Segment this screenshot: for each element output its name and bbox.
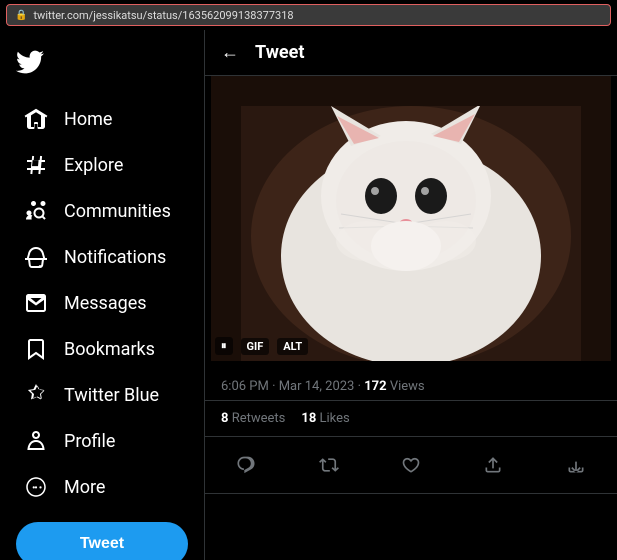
more-circle-icon (24, 475, 48, 499)
tweet-stats: 8 Retweets 18 Likes (205, 401, 617, 437)
sidebar-item-more[interactable]: More (8, 465, 196, 509)
lock-icon: 🔒 (15, 10, 27, 21)
url-text: twitter.com/jessikatsu/status/1635620991… (33, 9, 293, 22)
envelope-icon (24, 291, 48, 315)
twitter-logo[interactable] (0, 38, 204, 96)
sidebar-item-home-label: Home (64, 109, 112, 130)
comment-button[interactable] (226, 445, 266, 485)
sidebar-item-profile-label: Profile (64, 431, 115, 452)
likes-stat: 18 Likes (301, 411, 349, 426)
sidebar-item-notifications-label: Notifications (64, 247, 166, 268)
cat-image (205, 76, 617, 361)
tweet-detail-panel: ← Tweet (205, 30, 617, 560)
tweet-button[interactable]: Tweet (16, 522, 188, 560)
sidebar-item-communities[interactable]: Communities (8, 189, 196, 233)
sidebar: Home Explore Communities Notifications M (0, 30, 205, 560)
twitter-blue-icon (24, 383, 48, 407)
alt-label[interactable]: ALT (277, 338, 308, 355)
person-icon (24, 429, 48, 453)
sidebar-item-twitter-blue-label: Twitter Blue (64, 385, 159, 406)
sidebar-item-more-label: More (64, 477, 105, 498)
tweet-action-bar (205, 437, 617, 494)
retweet-button[interactable] (309, 445, 349, 485)
media-controls: ⏸ GIF ALT (215, 337, 308, 355)
main-layout: Home Explore Communities Notifications M (0, 30, 617, 560)
tweet-header: ← Tweet (205, 30, 617, 76)
sidebar-item-explore[interactable]: Explore (8, 143, 196, 187)
tweet-header-title: Tweet (255, 42, 304, 63)
tweet-meta: 6:06 PM · Mar 14, 2023 · 172 Views (205, 365, 617, 401)
bell-icon (24, 245, 48, 269)
retweets-stat: 8 Retweets (221, 411, 285, 426)
tweet-media-container: ⏸ GIF ALT (205, 76, 617, 365)
download-button[interactable] (556, 445, 596, 485)
sidebar-item-notifications[interactable]: Notifications (8, 235, 196, 279)
sidebar-item-messages-label: Messages (64, 293, 147, 314)
likes-count: 18 (301, 411, 316, 426)
bookmark-icon (24, 337, 48, 361)
like-button[interactable] (391, 445, 431, 485)
sidebar-item-bookmarks[interactable]: Bookmarks (8, 327, 196, 371)
sidebar-item-explore-label: Explore (64, 155, 123, 176)
twitter-bird-icon (16, 48, 44, 76)
share-button[interactable] (473, 445, 513, 485)
address-bar[interactable]: 🔒 twitter.com/jessikatsu/status/16356209… (6, 4, 611, 26)
home-icon (24, 107, 48, 131)
views-count: 172 (364, 379, 386, 394)
hashtag-icon (24, 153, 48, 177)
gif-label: GIF (241, 338, 270, 355)
sidebar-item-bookmarks-label: Bookmarks (64, 339, 155, 360)
communities-icon (24, 199, 48, 223)
pause-icon[interactable]: ⏸ (215, 337, 233, 355)
sidebar-item-messages[interactable]: Messages (8, 281, 196, 325)
tweet-timestamp: 6:06 PM · Mar 14, 2023 · 172 Views (221, 379, 425, 394)
sidebar-item-profile[interactable]: Profile (8, 419, 196, 463)
sidebar-item-twitter-blue[interactable]: Twitter Blue (8, 373, 196, 417)
sidebar-item-communities-label: Communities (64, 201, 171, 222)
sidebar-item-home[interactable]: Home (8, 97, 196, 141)
back-button[interactable]: ← (221, 42, 239, 63)
